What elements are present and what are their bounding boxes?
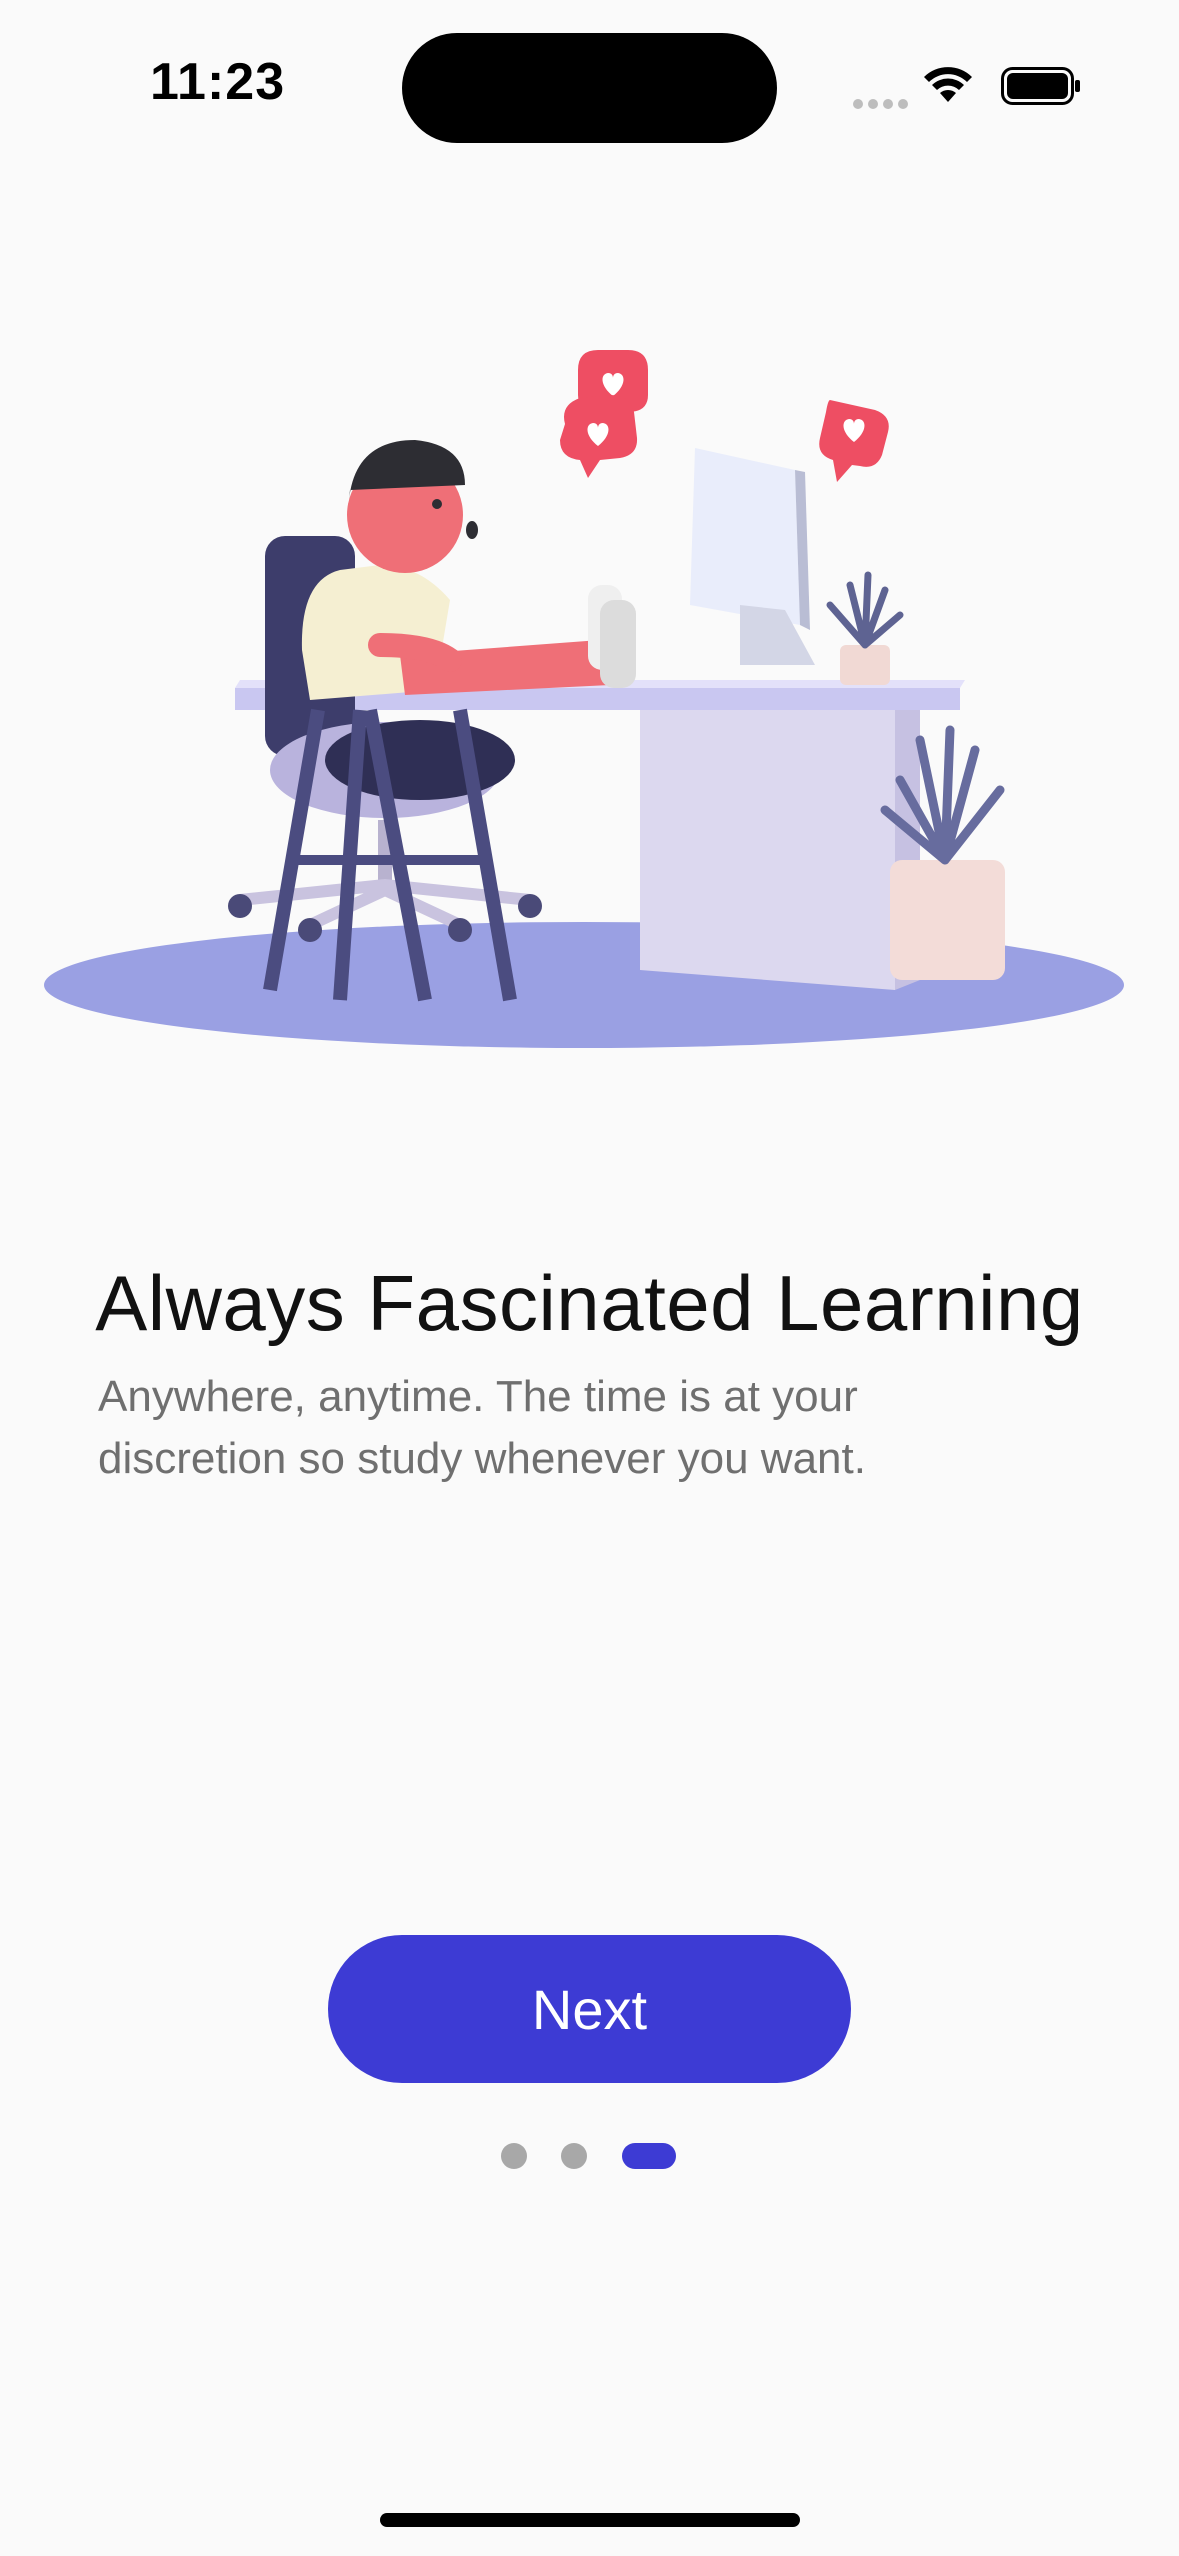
page-dot-2[interactable] [561,2143,587,2169]
status-time: 11:23 [150,53,286,111]
page-dot-1[interactable] [501,2143,527,2169]
home-indicator[interactable] [380,2513,800,2527]
page-indicator [0,2143,1179,2169]
desk-illustration [44,350,1124,1048]
cellular-icon [853,96,913,114]
wifi-icon [924,67,972,102]
battery-icon [1001,67,1080,105]
heart-bubble-icon [560,395,638,478]
dynamic-island [402,33,777,143]
status-bar: 11:23 [0,0,1179,170]
onboarding-title: Always Fascinated Learning [95,1259,1084,1347]
next-button[interactable]: Next [328,1935,851,2083]
heart-bubble-icon [819,400,889,482]
page-dot-active[interactable] [622,2143,676,2169]
onboarding-subtitle: Anywhere, anytime. The time is at your d… [98,1372,866,1483]
